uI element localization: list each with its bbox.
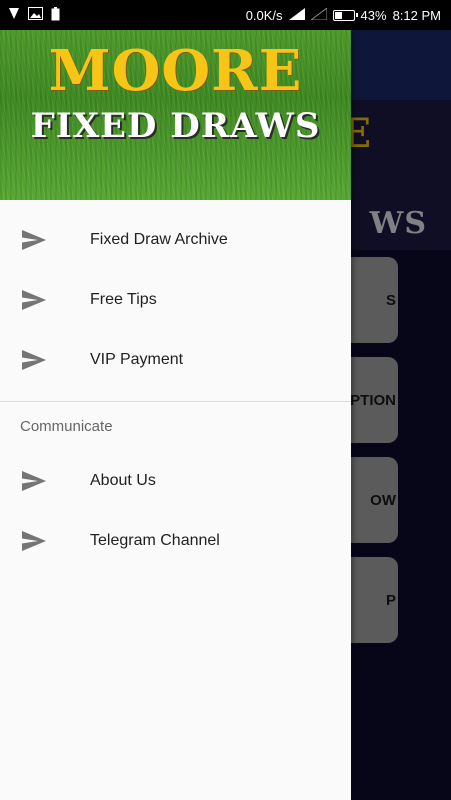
send-icon (0, 289, 90, 311)
network-speed: 0.0K/s (245, 7, 283, 23)
drawer-menu: Fixed Draw Archive Free Tips VIP Payment… (0, 210, 351, 571)
navigation-drawer: MOORE FIXED DRAWS Fixed Draw Archive Fre… (0, 30, 351, 800)
battery-saver-icon (51, 6, 60, 24)
menu-item-about-us[interactable]: About Us (0, 451, 351, 511)
menu-item-fixed-draw-archive[interactable]: Fixed Draw Archive (0, 210, 351, 270)
send-icon (0, 470, 90, 492)
menu-item-label: About Us (90, 472, 156, 489)
battery-percent: 43% (360, 7, 387, 23)
battery-icon (332, 9, 358, 21)
signal-empty-icon (309, 6, 328, 23)
send-icon (0, 349, 90, 371)
menu-item-vip-payment[interactable]: VIP Payment (0, 330, 351, 390)
logo-title-top: MOORE (48, 38, 303, 104)
menu-item-label: Free Tips (90, 291, 157, 308)
send-icon (0, 530, 90, 552)
menu-item-telegram-channel[interactable]: Telegram Channel (0, 511, 351, 571)
image-notification-icon (28, 7, 43, 23)
send-icon (0, 229, 90, 251)
menu-item-label: Fixed Draw Archive (90, 231, 228, 248)
status-bar: 0.0K/s 43% 8:12 PM (0, 0, 451, 30)
menu-item-label: VIP Payment (90, 351, 184, 368)
vpn-shield-icon (8, 7, 20, 23)
drawer-header-logo: MOORE FIXED DRAWS (0, 30, 351, 200)
section-title-communicate: Communicate (20, 418, 113, 435)
signal-icon (288, 7, 305, 23)
menu-item-free-tips[interactable]: Free Tips (0, 270, 351, 330)
logo-title-bottom: FIXED DRAWS (30, 106, 321, 146)
clock: 8:12 PM (392, 7, 441, 23)
menu-item-label: Telegram Channel (90, 532, 220, 549)
